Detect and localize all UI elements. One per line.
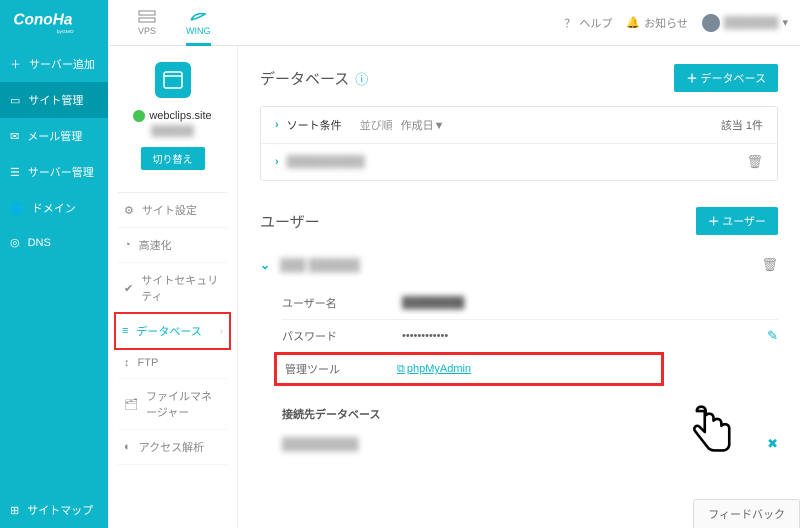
sidebar-item-add-server[interactable]: ＋サーバー追加 (0, 46, 108, 82)
submenu-speed[interactable]: ◔高速化 (118, 228, 227, 263)
server-icon (138, 10, 156, 24)
submenu-ftp[interactable]: ↕FTP (118, 348, 227, 379)
tab-vps[interactable]: VPS (138, 0, 156, 46)
db-title: データベース (260, 68, 349, 89)
wing-icon (189, 10, 207, 24)
db-sort-row[interactable]: › ソート条件 並び順 作成日▼ 該当 1件 (261, 107, 777, 143)
main-content: データベース ⓘ データベース › ソート条件 並び順 作成日▼ 該当 1件 ›… (238, 46, 800, 528)
conn-db-row: █████████ ✖ (260, 430, 778, 458)
conn-db-title: 接続先データベース (282, 406, 778, 422)
gear-icon: ⚙ (124, 204, 134, 217)
brand-logo[interactable]: ConoHabyGMO (0, 0, 108, 46)
submenu-file[interactable]: 🗂ファイルマネージャー (118, 379, 227, 430)
chevron-right-icon: › (275, 119, 279, 131)
svg-text:ConoHa: ConoHa (13, 11, 72, 28)
sidebar-item-domain[interactable]: 🌐ドメイン (0, 190, 108, 226)
sidebar: ＋サーバー追加 ▭サイト管理 ✉メール管理 ☰サーバー管理 🌐ドメイン ◎DNS… (0, 46, 108, 528)
site-sub: ██████ (118, 126, 227, 137)
help-icon: ？ (564, 15, 575, 31)
submenu-access[interactable]: ◐アクセス解析 (118, 430, 227, 465)
feedback-button[interactable]: フィードバック (693, 499, 800, 528)
sidebar-item-sitemap[interactable]: ⊞サイトマップ (0, 492, 108, 528)
chevron-down-icon: ⌄ (260, 258, 270, 272)
external-link-icon: ⧉ (397, 363, 405, 376)
phpmyadmin-link[interactable]: ⧉phpMyAdmin (397, 363, 471, 376)
chevron-right-icon: › (275, 156, 279, 168)
status-dot-icon (133, 110, 145, 122)
field-admin-tool: 管理ツール ⧉phpMyAdmin (274, 352, 664, 386)
sidebar-item-site[interactable]: ▭サイト管理 (0, 82, 108, 118)
chevron-right-icon: › (220, 326, 223, 337)
site-name: webclips.site (149, 110, 211, 122)
help-icon[interactable]: ⓘ (355, 69, 368, 88)
db-row[interactable]: › ██████████ 🗑 (261, 143, 777, 180)
db-panel: › ソート条件 並び順 作成日▼ 該当 1件 › ██████████ 🗑 (260, 106, 778, 181)
avatar-icon (702, 14, 720, 32)
envelope-icon: ✉ (10, 130, 19, 143)
sidebar-item-dns[interactable]: ◎DNS (0, 226, 108, 259)
chart-icon: ◐ (124, 441, 131, 453)
add-database-button[interactable]: データベース (674, 64, 778, 92)
server-icon: ☰ (10, 166, 20, 179)
db-count: 該当 1件 (721, 117, 763, 133)
plus-icon: ＋ (10, 56, 21, 72)
tab-wing[interactable]: WING (186, 0, 211, 46)
db-icon: ≡ (122, 325, 128, 337)
sidebar-item-server[interactable]: ☰サーバー管理 (0, 154, 108, 190)
edit-icon[interactable]: ✎ (767, 328, 778, 344)
switch-button[interactable]: 切り替え (141, 147, 205, 170)
help-link[interactable]: ？ヘルプ (564, 15, 612, 31)
field-password: パスワード •••••••••••• ✎ (282, 320, 778, 352)
submenu-security[interactable]: ✔サイトセキュリティ (118, 263, 227, 314)
submenu-database[interactable]: ≡データベース› (114, 312, 231, 350)
gauge-icon: ◔ (124, 239, 131, 251)
dns-icon: ◎ (10, 236, 20, 249)
sidebar-item-mail[interactable]: ✉メール管理 (0, 118, 108, 154)
site-square-icon (155, 62, 191, 98)
site-panel: webclips.site ██████ 切り替え ⚙サイト設定 ◔高速化 ✔サ… (108, 46, 238, 528)
folder-icon: 🗂 (124, 398, 138, 411)
globe-icon: 🌐 (10, 202, 24, 215)
tool-icon[interactable]: ✖ (767, 436, 778, 452)
updown-icon: ↕ (124, 357, 130, 369)
window-icon: ▭ (10, 94, 20, 107)
field-username: ユーザー名 ████████ (282, 287, 778, 320)
sitemap-icon: ⊞ (10, 504, 19, 517)
trash-icon[interactable]: 🗑 (746, 154, 763, 170)
bell-icon: 🔔 (626, 16, 640, 29)
trash-icon[interactable]: 🗑 (761, 257, 778, 273)
add-user-button[interactable]: ユーザー (696, 207, 778, 235)
user-title: ユーザー (260, 211, 320, 232)
svg-text:byGMO: byGMO (57, 28, 74, 34)
notice-link[interactable]: 🔔お知らせ (626, 15, 687, 31)
submenu-site-settings[interactable]: ⚙サイト設定 (118, 193, 227, 228)
shield-icon: ✔ (124, 282, 133, 295)
user-row[interactable]: ⌄ ███ ██████ 🗑 (260, 249, 778, 287)
user-menu[interactable]: ███████ ▾ (702, 14, 788, 32)
